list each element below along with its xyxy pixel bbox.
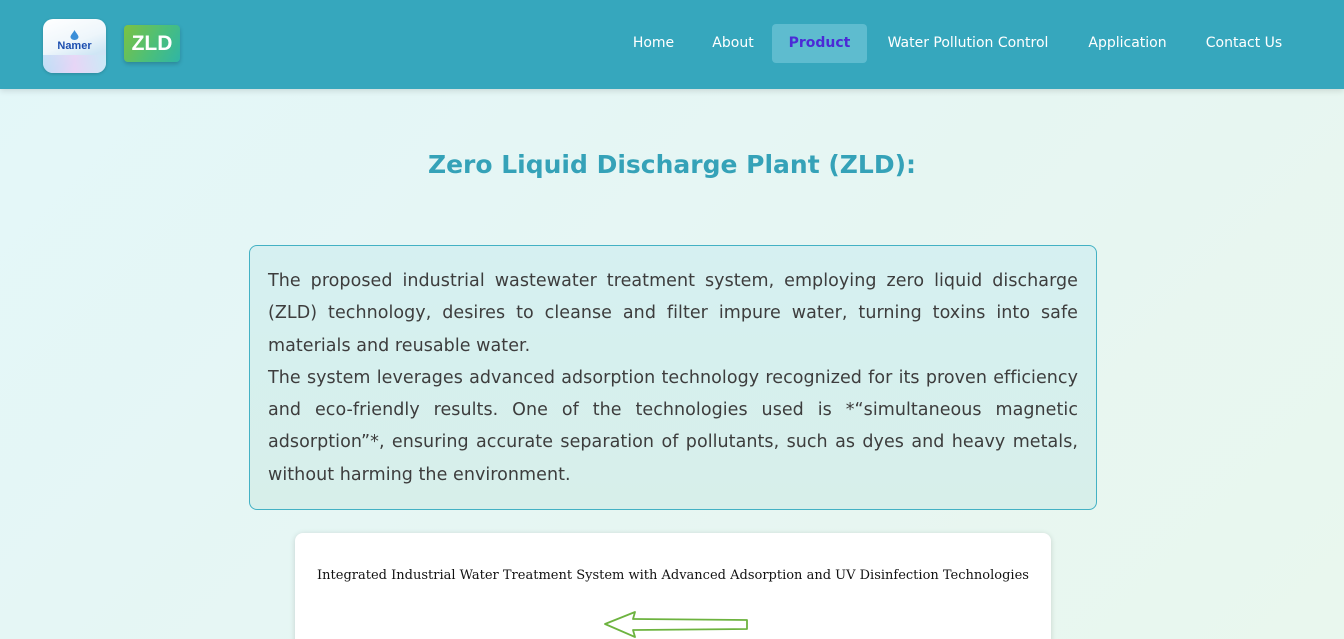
description-box: The proposed industrial wastewater treat… (249, 245, 1097, 510)
nav-about[interactable]: About (700, 24, 766, 63)
diagram-title: Integrated Industrial Water Treatment Sy… (317, 568, 1029, 583)
nav-water-pollution-control[interactable]: Water Pollution Control (876, 24, 1060, 63)
nav-contact-us[interactable]: Contact Us (1194, 24, 1294, 63)
top-navbar: Namer ZLD Home About Product Water Pollu… (0, 0, 1344, 89)
description-paragraph: The proposed industrial wastewater treat… (268, 271, 1078, 356)
system-diagram: Integrated Industrial Water Treatment Sy… (295, 533, 1051, 639)
nav-home[interactable]: Home (622, 24, 685, 63)
nav-product[interactable]: Product (772, 24, 867, 63)
page-title: Zero Liquid Discharge Plant (ZLD): (427, 150, 917, 179)
namer-logo[interactable]: Namer (43, 19, 106, 73)
namer-logo-text: Namer (57, 40, 92, 52)
description-paragraph: The system leverages advanced adsorption… (268, 367, 1078, 485)
arrow-left-icon (604, 611, 748, 638)
logo-shine (43, 55, 106, 73)
nav-application[interactable]: Application (1076, 24, 1179, 63)
water-drop-icon (70, 30, 79, 40)
zld-logo[interactable]: ZLD (124, 25, 180, 62)
